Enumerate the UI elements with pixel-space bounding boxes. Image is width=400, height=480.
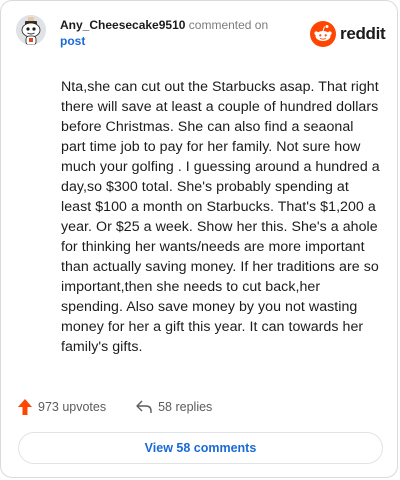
user-avatar[interactable] (16, 15, 46, 45)
comment-card: Any_Cheesecake9510 commented on post red… (0, 0, 398, 478)
replies-count: 58 replies (158, 400, 213, 414)
upvote-arrow-icon (18, 399, 32, 415)
reddit-logo[interactable]: reddit (310, 21, 386, 47)
post-link[interactable]: post (60, 34, 85, 48)
snoo-avatar-icon (16, 15, 46, 45)
comment-meta: Any_Cheesecake9510 commented on post (60, 17, 300, 49)
upvotes-count: 973 upvotes (38, 400, 107, 414)
replies-stat[interactable]: 58 replies (136, 400, 212, 414)
view-comments-button[interactable]: View 58 comments (18, 432, 383, 464)
reply-arrow-icon (136, 400, 152, 413)
username-link[interactable]: Any_Cheesecake9510 (60, 18, 185, 32)
action-text: commented on (188, 18, 269, 32)
upvotes-stat[interactable]: 973 upvotes (18, 399, 106, 415)
comment-stats: 973 upvotes 58 replies (18, 397, 212, 417)
reddit-wordmark: reddit (340, 24, 386, 43)
comment-body: Nta,she can cut out the Starbucks asap. … (61, 79, 380, 355)
reddit-snoo-icon (310, 21, 336, 47)
